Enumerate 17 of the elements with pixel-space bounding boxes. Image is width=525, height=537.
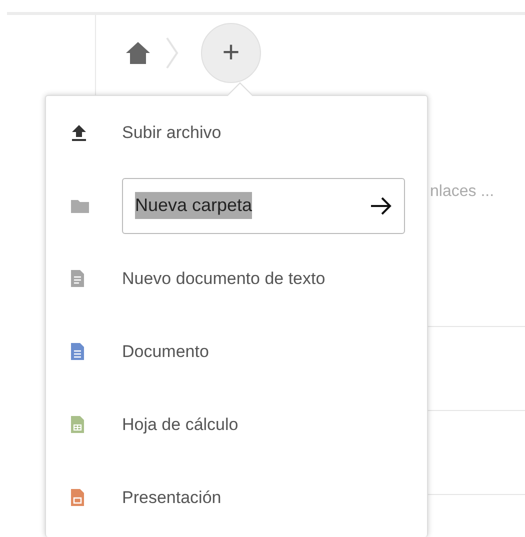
spreadsheet-icon bbox=[70, 415, 85, 434]
presentation-icon bbox=[70, 488, 85, 507]
text-file-icon bbox=[70, 269, 85, 288]
menu-item[interactable]: Presentación bbox=[122, 484, 222, 510]
add-button[interactable]: + bbox=[201, 23, 261, 83]
home-icon[interactable] bbox=[125, 41, 151, 65]
menu-item[interactable]: Documento bbox=[122, 338, 209, 364]
chevron-icon bbox=[165, 37, 179, 69]
link-text: nlaces ... bbox=[430, 182, 494, 202]
menu-item[interactable]: Hoja de cálculo bbox=[122, 412, 238, 438]
submit-arrow-icon[interactable] bbox=[370, 196, 392, 214]
input-field[interactable]: Nueva carpeta bbox=[122, 178, 405, 234]
upload-icon bbox=[70, 124, 88, 142]
menu-item[interactable]: Subir archivo bbox=[122, 120, 222, 146]
folder-icon bbox=[70, 198, 90, 214]
document-icon bbox=[70, 342, 85, 361]
menu-item[interactable]: Nuevo documento de texto bbox=[122, 266, 326, 292]
